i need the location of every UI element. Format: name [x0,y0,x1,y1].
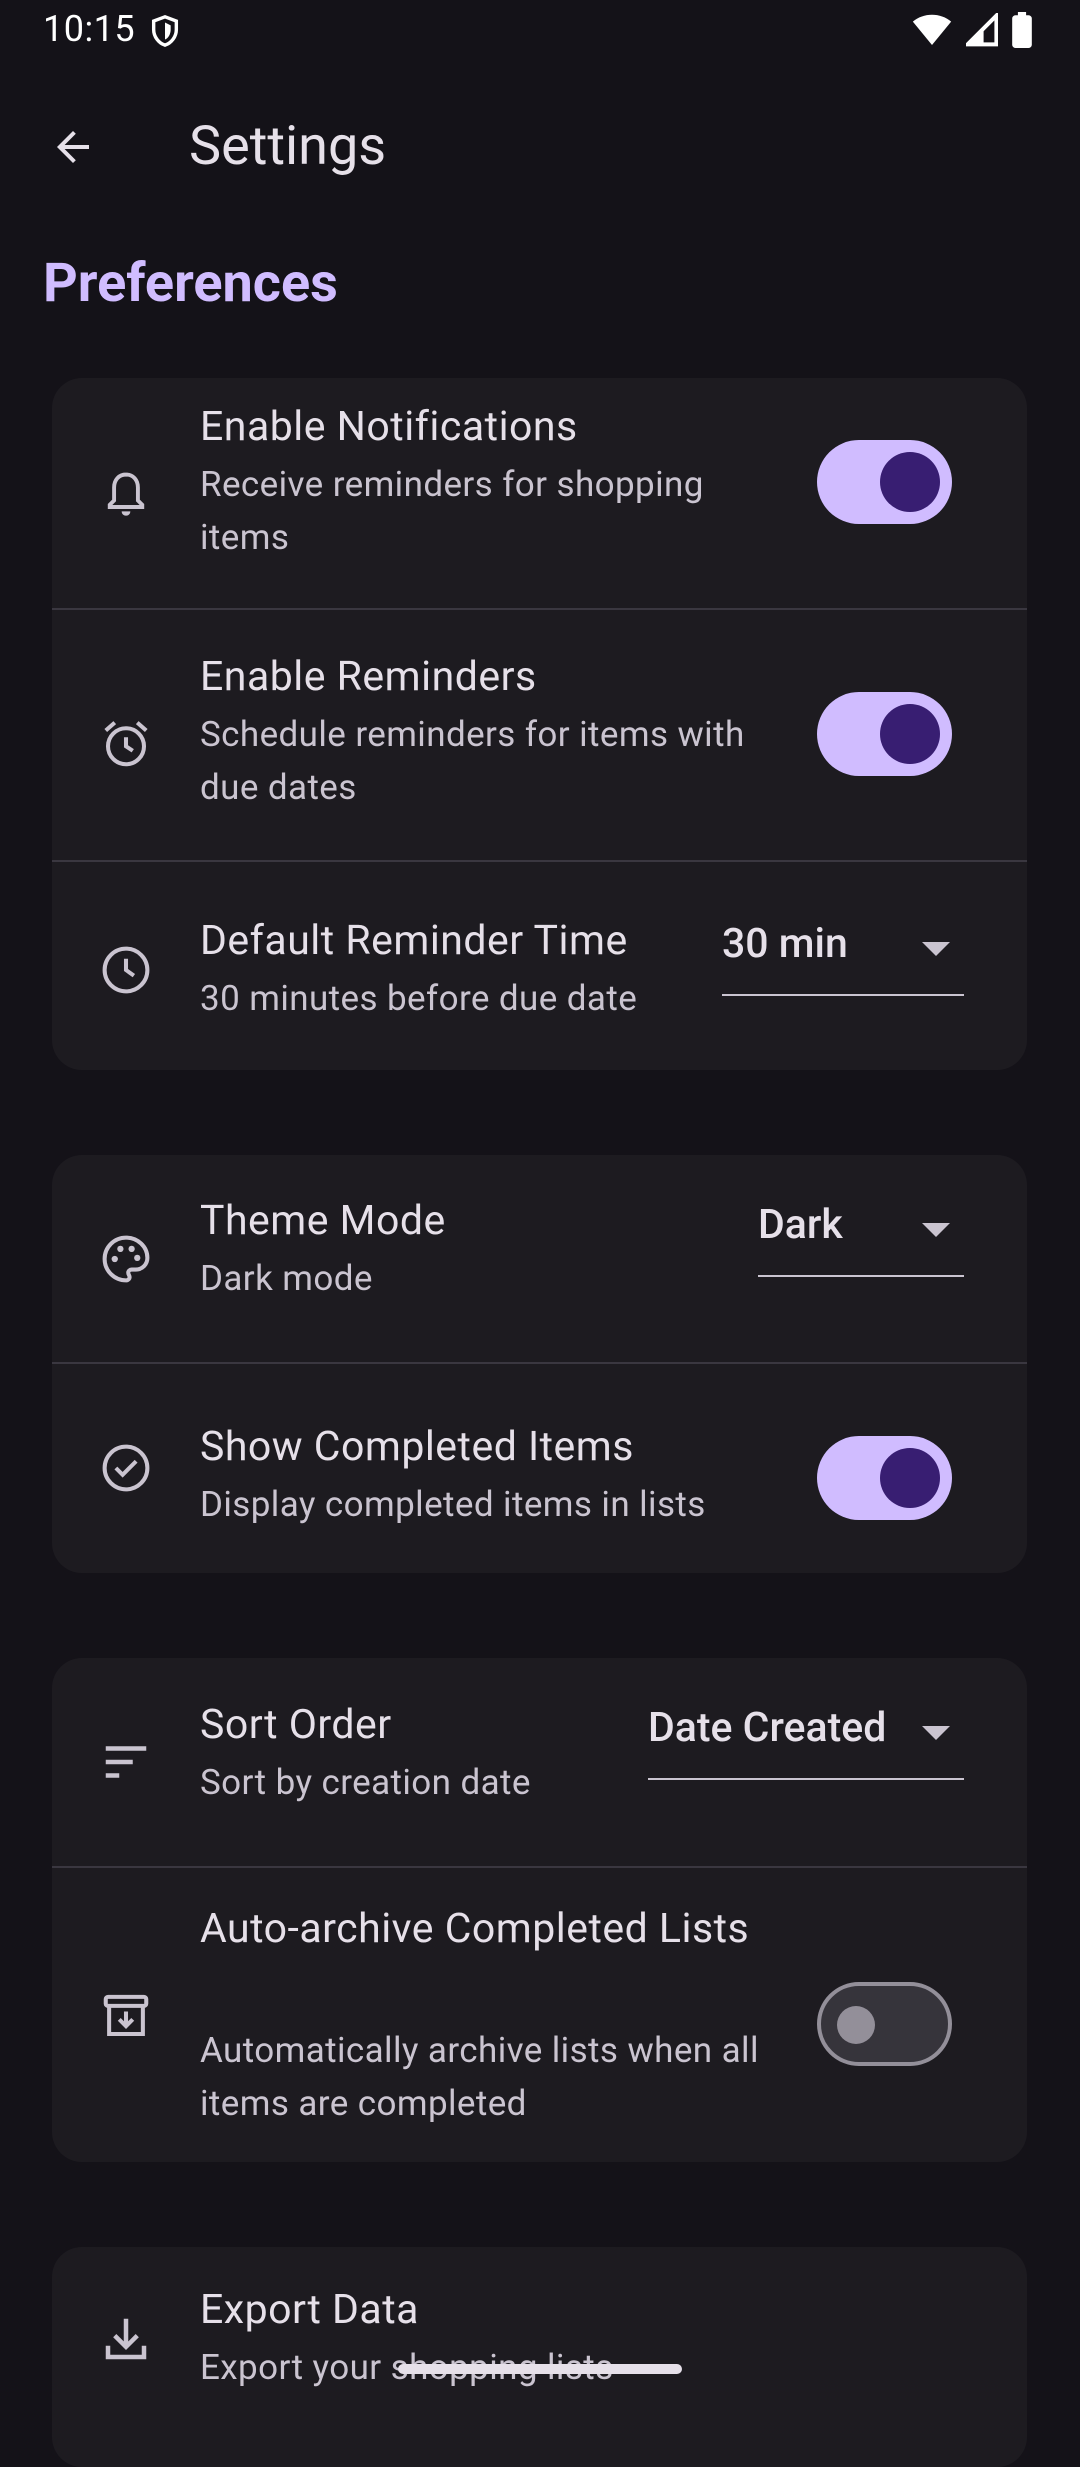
archive-icon [96,1986,156,2046]
bell-icon [96,464,156,524]
setting-subtitle: Display completed items in lists [200,1484,706,1525]
setting-enable-reminders[interactable]: Enable Reminders Schedule reminders for … [52,610,1027,862]
setting-title: Show Completed Items [200,1423,634,1471]
setting-title: Theme Mode [200,1197,446,1245]
check-circle-icon [96,1438,156,1498]
setting-subtitle: Automatically archive lists when all ite… [200,2030,759,2124]
gesture-navigation-bar[interactable] [398,2364,682,2374]
dropdown-value: Dark [758,1201,843,1249]
clock-icon [96,940,156,1000]
wifi-icon [912,13,952,51]
setting-title: Sort Order [200,1701,392,1749]
reminder-time-dropdown[interactable]: 30 min [722,898,964,996]
dropdown-value: Date Created [648,1704,887,1752]
dropdown-value: 30 min [722,920,848,968]
reminders-switch[interactable] [817,692,952,776]
setting-title: Export Data [200,2286,419,2334]
page-title: Settings [189,115,387,178]
theme-mode-dropdown[interactable]: Dark [758,1179,964,1277]
status-bar: 10:15 [0,0,1080,62]
setting-subtitle: Receive reminders for shopping items [200,464,704,558]
setting-enable-notifications[interactable]: Enable Notifications Receive reminders f… [52,378,1027,610]
setting-subtitle: Dark mode [200,1258,373,1299]
setting-title: Auto-archive Completed Lists [200,1905,750,1953]
setting-theme-mode[interactable]: Theme Mode Dark mode Dark [52,1155,1027,1364]
setting-title: Default Reminder Time [200,917,628,965]
dropdown-arrow-icon [922,1726,950,1740]
dropdown-arrow-icon [922,942,950,956]
section-header-preferences: Preferences [43,252,338,315]
sort-icon [96,1732,156,1792]
download-icon [96,2309,156,2369]
arrow-back-icon [57,131,89,163]
display-card: Theme Mode Dark mode Dark Show Completed… [52,1155,1027,1573]
top-app-bar: Settings [0,80,1080,192]
setting-subtitle: Schedule reminders for items with due da… [200,714,745,808]
setting-sort-order[interactable]: Sort Order Sort by creation date Date Cr… [52,1658,1027,1868]
dropdown-arrow-icon [922,1223,950,1237]
back-button[interactable] [30,104,116,190]
sort-order-dropdown[interactable]: Date Created [648,1682,964,1780]
data-card: Export Data Export your shopping lists [52,2247,1027,2467]
setting-title: Enable Reminders [200,653,537,701]
setting-subtitle: Sort by creation date [200,1762,531,1803]
status-time: 10:15 [43,8,136,50]
setting-auto-archive[interactable]: Auto-archive Completed Lists Automatical… [52,1868,1027,2162]
palette-icon [96,1229,156,1289]
cellular-signal-icon [962,10,999,51]
setting-default-reminder-time[interactable]: Default Reminder Time 30 minutes before … [52,862,1027,1070]
setting-export-data[interactable]: Export Data Export your shopping lists [52,2247,1027,2467]
battery-icon [1012,12,1032,52]
auto-archive-switch[interactable] [817,1982,952,2066]
setting-subtitle: 30 minutes before due date [200,978,638,1019]
setting-show-completed-items[interactable]: Show Completed Items Display completed i… [52,1364,1027,1573]
show-completed-switch[interactable] [817,1436,952,1520]
shield-icon [148,12,182,54]
setting-title: Enable Notifications [200,403,578,451]
organization-card: Sort Order Sort by creation date Date Cr… [52,1658,1027,2162]
notifications-card: Enable Notifications Receive reminders f… [52,378,1027,1070]
alarm-icon [96,714,156,774]
notifications-switch[interactable] [817,440,952,524]
